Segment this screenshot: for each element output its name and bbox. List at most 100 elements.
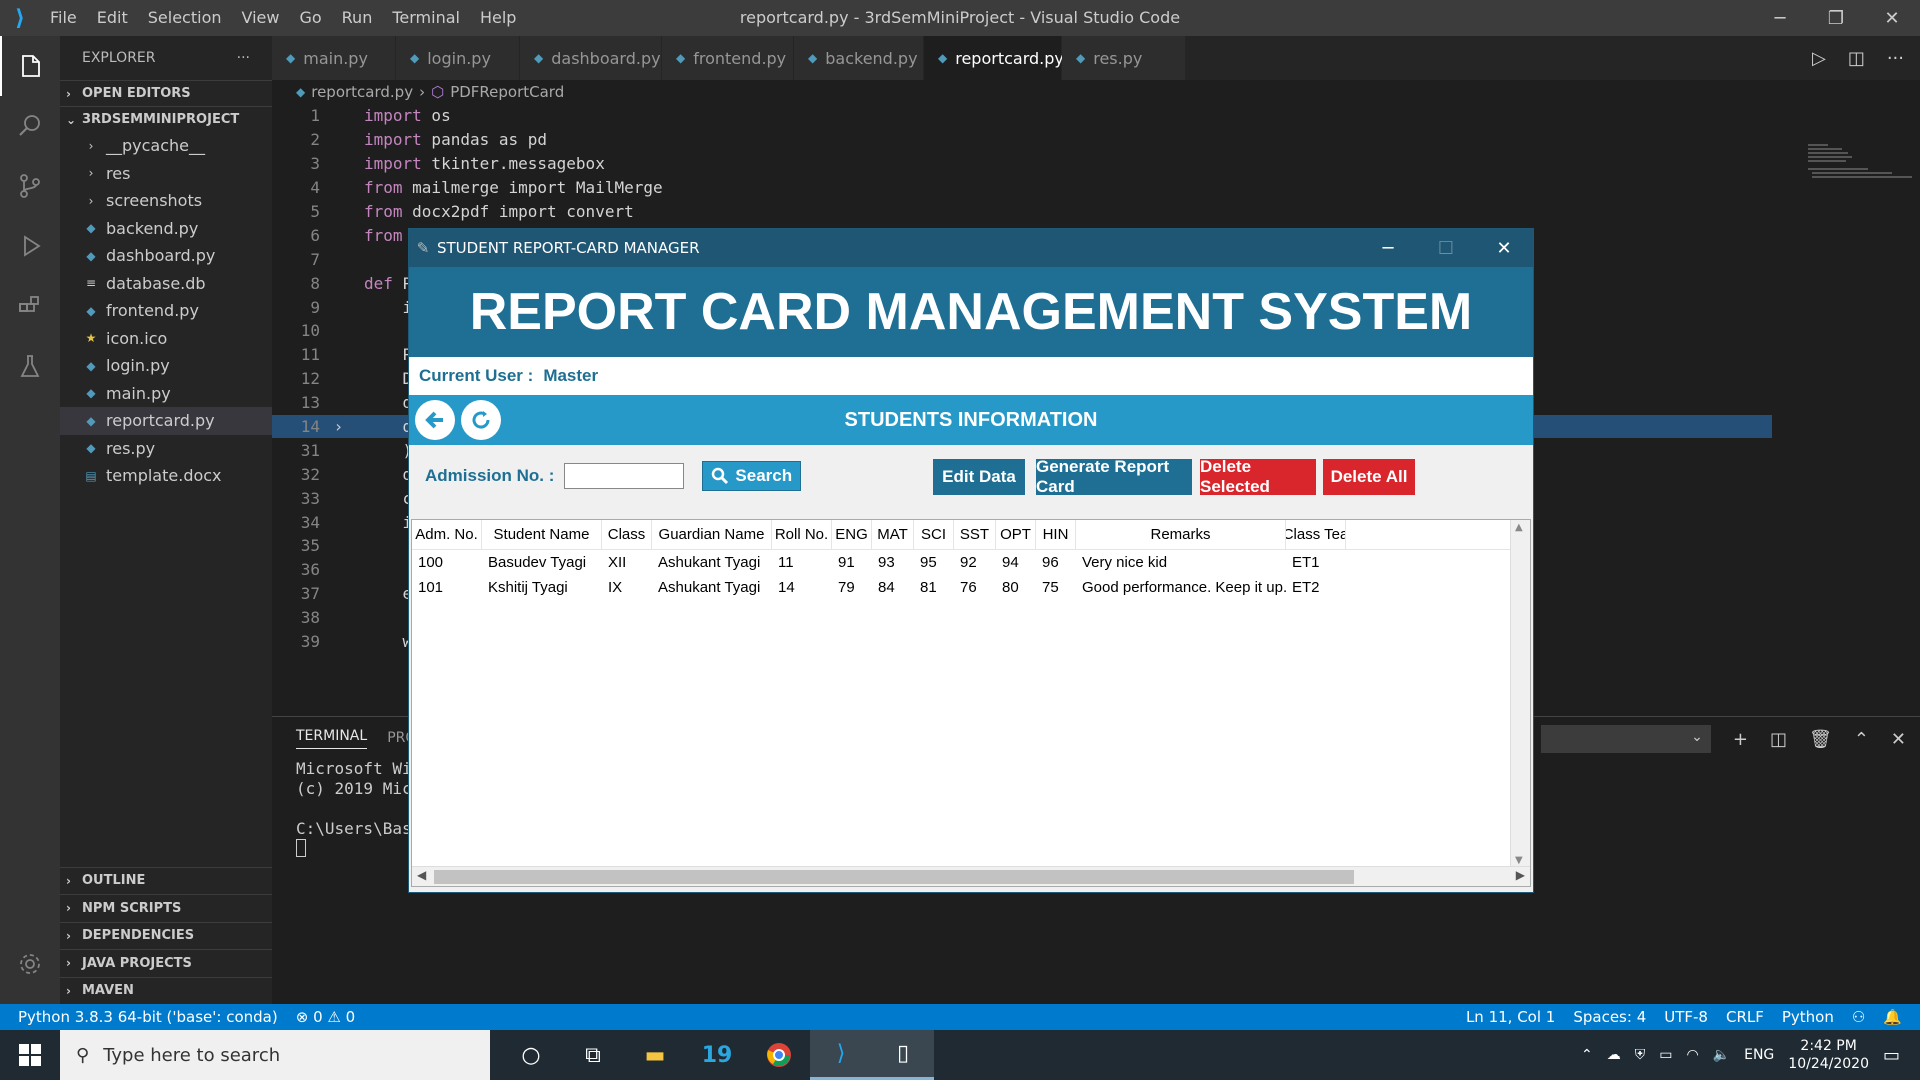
file-tree-item[interactable]: ◆ backend.py	[60, 215, 272, 243]
terminal-select[interactable]: ⌄	[1540, 725, 1711, 753]
line-ending[interactable]: CRLF	[1726, 1008, 1764, 1026]
file-tree-item[interactable]: ◆ res.py	[60, 435, 272, 463]
column-header[interactable]: SST	[954, 520, 996, 549]
menu-selection[interactable]: Selection	[138, 0, 232, 36]
delete-all-button[interactable]: Delete All	[1323, 459, 1415, 495]
delete-selected-button[interactable]: Delete Selected	[1200, 457, 1316, 496]
task-view-icon[interactable]: ⧉	[562, 1030, 624, 1080]
scroll-left-icon[interactable]: ◀	[417, 868, 426, 882]
file-tree-item[interactable]: › res	[60, 160, 272, 188]
explorer-icon[interactable]	[0, 36, 60, 96]
java-projects-section[interactable]: › JAVA PROJECTS	[60, 949, 272, 977]
document-taskbar-icon[interactable]: ▯	[872, 1030, 934, 1080]
more-actions-icon[interactable]: ···	[237, 50, 250, 66]
npm-scripts-section[interactable]: › NPM SCRIPTS	[60, 894, 272, 922]
editor-tab[interactable]: ◆reportcard.py ✕	[924, 36, 1085, 80]
source-control-icon[interactable]	[0, 156, 60, 216]
python-interpreter[interactable]: Python 3.8.3 64-bit ('base': conda)	[18, 1008, 278, 1026]
editor-tab[interactable]: ◆ res.py	[1062, 36, 1186, 80]
restore-icon[interactable]: ❐	[1808, 0, 1864, 36]
editor-tab[interactable]: ◆ login.py	[396, 36, 520, 80]
file-tree-item[interactable]: › __pycache__	[60, 132, 272, 160]
editor-tab[interactable]: ◆ main.py	[272, 36, 396, 80]
column-header[interactable]: Adm. No.	[412, 520, 482, 549]
extensions-icon[interactable]	[0, 276, 60, 336]
wifi-icon[interactable]: ◠	[1686, 1047, 1698, 1063]
refresh-icon[interactable]	[461, 400, 501, 440]
encoding[interactable]: UTF-8	[1664, 1008, 1708, 1026]
close-panel-icon[interactable]: ✕	[1891, 729, 1906, 750]
dependencies-section[interactable]: › DEPENDENCIES	[60, 921, 272, 950]
volume-icon[interactable]: 🔈	[1713, 1047, 1730, 1063]
file-tree-item[interactable]: ▤ template.docx	[60, 462, 272, 490]
onedrive-icon[interactable]: ☁	[1607, 1047, 1621, 1063]
menu-view[interactable]: View	[232, 0, 290, 36]
code-line[interactable]: 1 import os	[272, 104, 1772, 128]
maven-section[interactable]: › MAVEN	[60, 976, 272, 1005]
problems-indicator[interactable]: ⊗ 0 ⚠ 0	[296, 1008, 355, 1026]
breadcrumb-file[interactable]: reportcard.py	[311, 83, 413, 101]
file-tree-item[interactable]: ◆ frontend.py	[60, 297, 272, 325]
new-terminal-icon[interactable]: +	[1733, 729, 1748, 750]
students-table[interactable]: Adm. No. Student Name Class Guardian Name Ro…	[411, 519, 1531, 887]
project-section[interactable]: ⌄ 3RDSEMMINIPROJECT	[60, 106, 272, 132]
language-indicator[interactable]: ENG	[1744, 1047, 1774, 1063]
run-debug-icon[interactable]	[0, 216, 60, 276]
admission-input[interactable]	[564, 463, 685, 489]
column-header[interactable]: Roll No.	[772, 520, 832, 549]
split-editor-icon[interactable]: ◫	[1848, 48, 1865, 69]
file-explorer-icon[interactable]: ▬	[624, 1030, 686, 1080]
taskbar-search[interactable]: ⚲ Type here to search	[60, 1030, 490, 1080]
app-close-icon[interactable]: ✕	[1475, 229, 1533, 267]
settings-gear-icon[interactable]	[0, 934, 60, 994]
run-icon[interactable]: ▷	[1812, 48, 1826, 69]
tray-chevron-up-icon[interactable]: ⌃	[1581, 1047, 1593, 1063]
scroll-down-icon[interactable]: ▼	[1515, 855, 1523, 866]
editor-tab[interactable]: ◆ backend.py	[794, 36, 924, 80]
windows-start-icon[interactable]	[0, 1030, 60, 1080]
editor-tab[interactable]: ◆ dashboard.py	[520, 36, 662, 80]
live-share-icon[interactable]: ⚇	[1852, 1008, 1865, 1026]
cortana-icon[interactable]: ○	[500, 1030, 562, 1080]
minimize-icon[interactable]: ─	[1752, 0, 1808, 36]
close-icon[interactable]: ✕	[1864, 0, 1920, 36]
security-icon[interactable]: ⛨	[1635, 1047, 1646, 1063]
code-line[interactable]: 3 import tkinter.messagebox	[272, 152, 1772, 176]
horizontal-scrollbar[interactable]: ◀ ▶	[412, 866, 1530, 886]
file-tree-item[interactable]: ◆ dashboard.py	[60, 242, 272, 270]
column-header[interactable]: ENG	[832, 520, 872, 549]
column-header[interactable]: HIN	[1036, 520, 1076, 549]
calendar-app-icon[interactable]: 19	[686, 1030, 748, 1080]
edit-data-button[interactable]: Edit Data	[933, 459, 1025, 495]
language-mode[interactable]: Python	[1782, 1008, 1834, 1026]
menu-file[interactable]: File	[40, 0, 87, 36]
scroll-up-icon[interactable]: ▲	[1515, 522, 1523, 533]
menu-help[interactable]: Help	[470, 0, 526, 36]
indentation[interactable]: Spaces: 4	[1573, 1008, 1646, 1026]
clock[interactable]: 2:42 PM 10/24/2020	[1788, 1037, 1869, 1073]
testing-flask-icon[interactable]	[0, 336, 60, 396]
app-minimize-icon[interactable]: ─	[1359, 229, 1417, 267]
table-row[interactable]: 101 Kshitij Tyagi IX Ashukant Tyagi 14 79 84 81…	[412, 575, 1530, 600]
file-tree-item[interactable]: ◆ reportcard.py	[60, 407, 272, 435]
back-arrow-icon[interactable]	[415, 400, 455, 440]
vertical-scrollbar[interactable]: ▲ ▼	[1510, 520, 1530, 868]
minimap[interactable]	[1800, 140, 1920, 200]
maximize-panel-icon[interactable]: ⌃	[1854, 729, 1869, 750]
file-tree-item[interactable]: ◆ main.py	[60, 380, 272, 408]
scroll-right-icon[interactable]: ▶	[1516, 868, 1525, 882]
column-header[interactable]: Guardian Name	[652, 520, 772, 549]
file-tree-item[interactable]: › screenshots	[60, 187, 272, 215]
column-header[interactable]: Student Name	[482, 520, 602, 549]
code-line[interactable]: 5 from docx2pdf import convert	[272, 200, 1772, 224]
chrome-icon[interactable]	[748, 1030, 810, 1080]
table-row[interactable]: 100 Basudev Tyagi XII Ashukant Tyagi 11 91 93 9…	[412, 550, 1530, 575]
trash-icon[interactable]: 🗑	[1809, 729, 1832, 750]
code-line[interactable]: 4 from mailmerge import MailMerge	[272, 176, 1772, 200]
split-terminal-icon[interactable]: ◫	[1770, 729, 1787, 750]
search-icon[interactable]	[0, 96, 60, 156]
outline-section[interactable]: › OUTLINE	[60, 866, 272, 895]
battery-icon[interactable]: ▭	[1659, 1047, 1672, 1063]
column-header[interactable]: Class Tea	[1286, 520, 1346, 549]
generate-report-card-button[interactable]: Generate Report Card	[1036, 457, 1192, 496]
